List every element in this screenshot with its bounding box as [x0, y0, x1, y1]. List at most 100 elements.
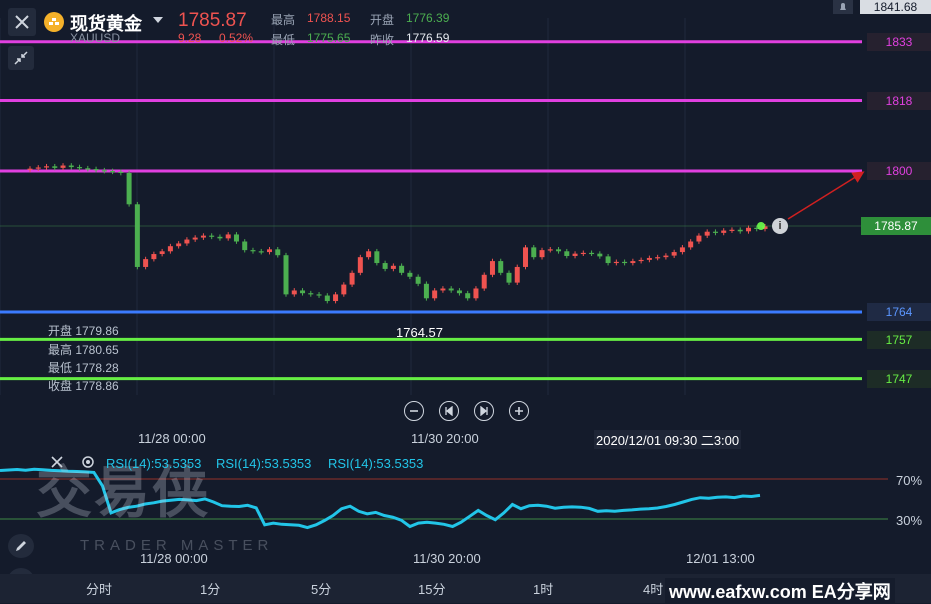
- tab-1[interactable]: 分时: [86, 579, 112, 598]
- level-tag-1800: 1800: [867, 162, 931, 180]
- ohlc-low: 最低 1778.28: [48, 361, 119, 375]
- candle-body: [407, 272, 413, 277]
- low-marker: 1764.57: [396, 325, 443, 340]
- candle-body: [547, 249, 553, 251]
- candle-body: [572, 253, 578, 256]
- candle-body: [663, 255, 669, 258]
- gold-coin-icon: [44, 12, 64, 32]
- candle-body: [176, 243, 182, 247]
- candle-body: [481, 274, 487, 289]
- ohlc-open: 开盘 1779.86: [48, 324, 119, 338]
- step-forward-button[interactable]: [474, 401, 494, 421]
- time-label-1: 11/28 00:00: [138, 431, 206, 446]
- candle-body: [556, 249, 562, 252]
- candle-body: [200, 235, 206, 238]
- ohlc-high: 最高 1780.65: [48, 343, 119, 357]
- level-tag-1833: 1833: [867, 33, 931, 51]
- close-icon: [15, 15, 29, 29]
- candle-body: [729, 229, 735, 231]
- candle-body: [613, 261, 619, 264]
- candle-body: [523, 247, 529, 267]
- tab-4[interactable]: 15分: [418, 579, 445, 598]
- candle-body: [415, 276, 421, 284]
- candle-body: [143, 259, 149, 267]
- open-value: 1776.39: [406, 11, 450, 25]
- candle-body: [539, 250, 545, 258]
- info-icon[interactable]: i: [772, 218, 788, 234]
- indicator-settings-button[interactable]: [80, 454, 96, 475]
- chevron-down-icon[interactable]: [153, 17, 163, 23]
- candle-body: [432, 290, 438, 299]
- candle-body: [597, 253, 603, 257]
- ohlc-close: 收盘 1778.86: [48, 379, 119, 393]
- candle-body: [655, 257, 661, 259]
- candlestick-series: [27, 163, 768, 304]
- bell-button[interactable]: [833, 0, 853, 14]
- close-icon: [51, 456, 63, 468]
- last-price: 1785.87: [178, 10, 247, 31]
- candle-body: [151, 254, 157, 260]
- rsi-time-label-2: 11/30 20:00: [413, 551, 481, 566]
- close-indicator-button[interactable]: [50, 455, 64, 474]
- candle-body: [93, 169, 99, 171]
- zoom-in-button[interactable]: [509, 401, 529, 421]
- collapse-button[interactable]: [8, 46, 34, 70]
- draw-button[interactable]: [8, 534, 34, 558]
- candle-body: [316, 294, 322, 296]
- time-label-2: 11/30 20:00: [411, 431, 479, 446]
- candle-body: [225, 234, 231, 239]
- candle-body: [300, 290, 306, 294]
- tab-2[interactable]: 1分: [200, 579, 220, 598]
- candle-body: [465, 293, 471, 299]
- candle-body: [473, 288, 479, 299]
- level-tag-1747: 1747: [867, 370, 931, 388]
- candle-body: [209, 235, 215, 237]
- close-button[interactable]: [8, 8, 36, 36]
- current-price-tag: 1785.87: [861, 217, 931, 235]
- candle-body: [382, 263, 388, 269]
- candle-body: [60, 165, 66, 168]
- trend-arrow[interactable]: [787, 171, 865, 220]
- candle-body: [605, 256, 611, 264]
- candle-body: [258, 251, 264, 253]
- rsi-level-high: 70%: [896, 473, 923, 488]
- tab-3[interactable]: 5分: [311, 579, 331, 598]
- tab-5[interactable]: 1时: [533, 579, 553, 598]
- candle-body: [704, 231, 710, 236]
- candle-body: [217, 236, 223, 239]
- collapse-arrows-icon: [14, 51, 28, 65]
- candle-body: [233, 234, 239, 242]
- instrument-symbol: XAUUSD: [70, 31, 121, 45]
- candle-body: [159, 251, 165, 255]
- candle-body: [448, 288, 454, 291]
- candle-body: [126, 172, 132, 205]
- candle-body: [456, 290, 462, 294]
- candle-body: [399, 265, 405, 273]
- minus-icon: [410, 410, 418, 412]
- candle-body: [324, 295, 330, 302]
- candle-body: [737, 229, 743, 232]
- candle-body: [506, 272, 512, 283]
- candle-body: [721, 230, 727, 233]
- skip-back-icon: [445, 406, 453, 416]
- plus-icon: [515, 407, 523, 415]
- candle-body: [134, 204, 140, 267]
- tab-6[interactable]: 4时: [643, 579, 663, 598]
- prev-close-label: 昨收: [370, 33, 395, 47]
- level-tag-1757: 1757: [867, 331, 931, 349]
- candle-body: [85, 168, 91, 170]
- candle-body: [192, 237, 198, 240]
- candle-body: [184, 239, 190, 244]
- low-value: 1775.65: [307, 31, 351, 45]
- candle-body: [688, 241, 694, 248]
- zoom-out-button[interactable]: [404, 401, 424, 421]
- candle-body: [266, 249, 272, 253]
- candle-body: [671, 252, 677, 256]
- candle-body: [646, 257, 652, 260]
- candle-body: [589, 252, 595, 255]
- candle-body: [27, 168, 33, 170]
- step-back-button[interactable]: [439, 401, 459, 421]
- candle-body: [498, 261, 504, 273]
- top-price-label: 1841.68: [860, 0, 931, 14]
- candle-body: [101, 170, 107, 172]
